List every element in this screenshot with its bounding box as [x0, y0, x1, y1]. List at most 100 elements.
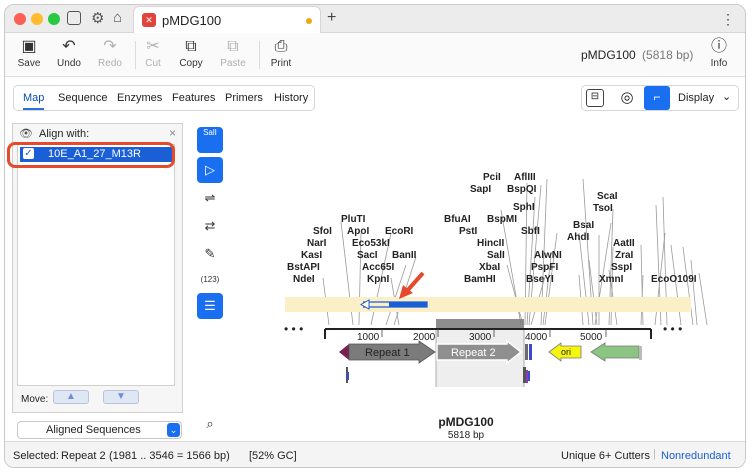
enzyme-label[interactable]: ScaI — [597, 191, 618, 202]
linear-map-icon[interactable]: ⌐ — [644, 86, 670, 110]
unsaved-indicator-icon — [306, 18, 312, 24]
enzyme-label[interactable]: PspFI — [531, 262, 558, 273]
enzyme-label[interactable]: ApoI — [347, 226, 369, 237]
file-name: pMDG100 — [581, 48, 636, 62]
redundancy-toggle[interactable]: Nonredundant — [661, 450, 731, 462]
enzyme-label[interactable]: SbfI — [521, 226, 540, 237]
enzyme-label[interactable]: PluTI — [341, 214, 366, 225]
enzyme-label[interactable]: AflIII — [514, 172, 536, 183]
circular-map-icon[interactable]: ◎ — [618, 89, 636, 107]
enzyme-label[interactable]: SacI — [357, 250, 378, 261]
tab-history[interactable]: History — [274, 92, 308, 104]
ruler-label: 3000 — [469, 332, 492, 343]
enzyme-label[interactable]: BseYI — [526, 274, 554, 285]
swap-strand-icon[interactable]: ⇄ — [197, 213, 223, 239]
info-button[interactable]: ⓘ Info — [701, 37, 737, 73]
redo-button[interactable]: ↷ Redo — [92, 37, 128, 73]
enzyme-label[interactable]: AhdI — [567, 232, 589, 243]
ellipsis-left: • • • — [284, 322, 303, 336]
main-toolbar: ▣ Save ↶ Undo ↷ Redo ✂ Cut ⧉ Copy ⧉ Past… — [5, 33, 745, 77]
enzyme-label[interactable]: SspI — [611, 262, 632, 273]
enzyme-label[interactable]: SfoI — [313, 226, 332, 237]
enzyme-label[interactable]: BspQI — [507, 184, 537, 195]
enzyme-label[interactable]: SphI — [513, 202, 535, 213]
tab-enzymes[interactable]: Enzymes — [117, 92, 162, 104]
close-window-button[interactable] — [14, 13, 26, 25]
show-enzymes-button[interactable]: SalI — [197, 127, 223, 153]
enzyme-label[interactable]: BamHI — [464, 274, 496, 285]
enzyme-label[interactable]: XmnI — [599, 274, 624, 285]
more-menu-button[interactable]: ⋮ — [721, 11, 735, 28]
numbering-button[interactable]: (123) — [197, 267, 223, 293]
undo-button[interactable]: ↶ Undo — [51, 37, 87, 73]
enzyme-label[interactable]: PciI — [483, 172, 501, 183]
paste-button[interactable]: ⧉ Paste — [215, 37, 251, 73]
new-tab-button[interactable]: + — [327, 9, 336, 27]
copy-button[interactable]: ⧉ Copy — [173, 37, 209, 73]
save-button[interactable]: ▣ Save — [11, 37, 47, 73]
document-tab[interactable]: ✕ pMDG100 — [133, 6, 321, 33]
display-menu[interactable]: Display — [678, 92, 714, 104]
enzyme-label[interactable]: AatII — [613, 238, 635, 249]
enzyme-label[interactable]: Eco53kI — [352, 238, 390, 249]
enzyme-label[interactable]: SalI — [487, 250, 505, 261]
feature-small[interactable] — [525, 344, 528, 360]
enzyme-label[interactable]: HincII — [477, 238, 504, 249]
tab-map[interactable]: Map — [23, 92, 45, 110]
close-icon[interactable]: × — [169, 126, 176, 140]
enzyme-label[interactable]: NarI — [307, 238, 327, 249]
gear-icon[interactable]: ⚙ — [91, 9, 104, 27]
list-view-icon[interactable]: ☰ — [197, 293, 223, 319]
enzyme-label[interactable]: KasI — [301, 250, 322, 261]
enzyme-label[interactable]: PstI — [459, 226, 478, 237]
enzyme-label[interactable]: ZraI — [615, 250, 634, 261]
enzyme-label[interactable]: AlwNI — [534, 250, 562, 261]
tab-sequence[interactable]: Sequence — [58, 92, 108, 104]
tab-primers[interactable]: Primers — [225, 92, 263, 104]
enzyme-label[interactable]: KpnI — [367, 274, 389, 285]
enzyme-label[interactable]: BsaI — [573, 220, 594, 231]
selection-region — [436, 319, 524, 329]
site-mark — [523, 367, 526, 383]
map-title: pMDG100 — [438, 415, 494, 429]
feature-small[interactable] — [639, 346, 642, 360]
feature-green[interactable] — [590, 342, 640, 362]
enzyme-label[interactable]: BspMI — [487, 214, 517, 225]
sequence-view-icon[interactable]: ⊟ — [586, 89, 604, 107]
enzyme-label[interactable]: BstAPI — [287, 262, 320, 273]
redo-icon: ↷ — [103, 38, 117, 55]
home-icon[interactable]: ⌂ — [113, 9, 122, 26]
zoom-icon[interactable]: ⌕ — [197, 411, 223, 437]
feature-small[interactable] — [529, 344, 532, 360]
enzyme-label[interactable]: EcoRI — [385, 226, 414, 237]
status-divider: | — [653, 448, 656, 460]
tab-features[interactable]: Features — [172, 92, 215, 104]
print-button[interactable]: ⎙ Print — [263, 37, 299, 73]
print-label: Print — [270, 58, 292, 69]
enzyme-set-selector[interactable]: Unique 6+ Cutters — [561, 450, 650, 462]
enzyme-label[interactable]: TsoI — [593, 203, 613, 214]
sidebar-toggle-icon[interactable] — [67, 11, 81, 25]
enzyme-label[interactable]: SapI — [470, 184, 491, 195]
brush-icon[interactable]: ✎ — [197, 241, 223, 267]
enzyme-label[interactable]: NdeI — [293, 274, 315, 285]
read-aligned-segment — [389, 302, 427, 307]
enzyme-label[interactable]: EcoO109I — [651, 274, 697, 285]
enzyme-label[interactable]: BanII — [392, 250, 417, 261]
alignment-source-select[interactable]: Aligned Sequences ⌄ — [17, 421, 182, 439]
minimize-window-button[interactable] — [31, 13, 43, 25]
ruler-label: 1000 — [357, 332, 380, 343]
feature-arrow-icon[interactable]: ▷ — [197, 157, 223, 183]
chevron-down-icon[interactable]: ⌄ — [722, 90, 731, 103]
cut-button[interactable]: ✂ Cut — [135, 37, 171, 73]
status-bar: Selected: Repeat 2 (1981 .. 3546 = 1566 … — [5, 441, 745, 467]
move-down-button[interactable]: ▼ — [103, 390, 139, 404]
eye-icon[interactable]: 👁 — [19, 127, 33, 140]
move-up-button[interactable]: ▲ — [53, 390, 89, 404]
enzyme-label[interactable]: XbaI — [479, 262, 500, 273]
printer-icon: ⎙ — [274, 38, 288, 55]
zoom-window-button[interactable] — [48, 13, 60, 25]
enzyme-label[interactable]: BfuAI — [444, 214, 471, 225]
orf-toggle-icon[interactable]: ⇌ — [197, 185, 223, 211]
enzyme-label[interactable]: Acc65I — [362, 262, 394, 273]
